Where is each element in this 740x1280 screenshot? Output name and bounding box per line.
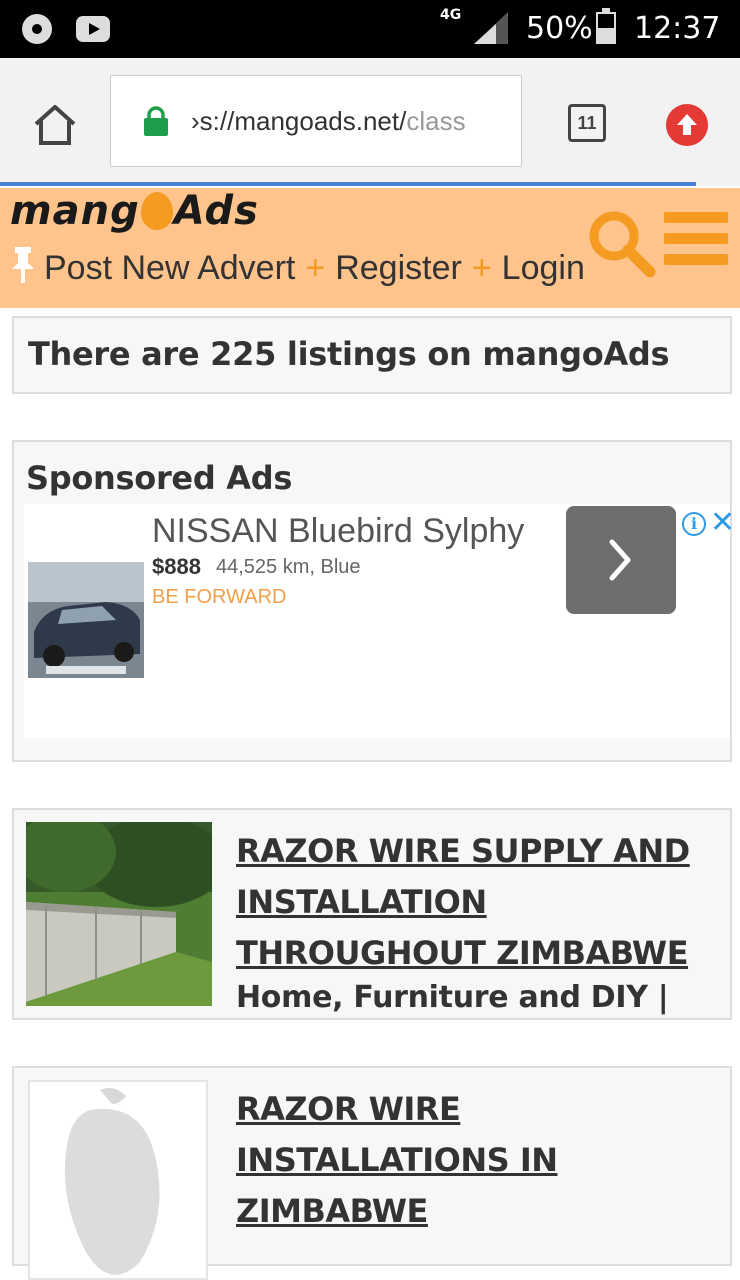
logo-text-right: Ads [173, 188, 259, 234]
header-nav: Post New Advert + Register + Login [10, 244, 585, 292]
sponsored-ads-box: Sponsored Ads NISSAN Bluebird Sylphy $88… [12, 440, 735, 762]
mango-logo-icon [140, 192, 173, 230]
page-load-progress [0, 182, 696, 186]
pin-icon [12, 247, 34, 283]
home-icon[interactable] [30, 102, 80, 148]
update-icon[interactable] [666, 104, 708, 146]
ad-open-button[interactable] [566, 506, 676, 614]
lock-icon [144, 106, 168, 136]
listing-card[interactable]: RAZOR WIRE INSTALLATIONS IN ZIMBABWE [12, 1066, 732, 1280]
listing-title[interactable]: RAZOR WIRE INSTALLATIONS IN ZIMBABWE [236, 1084, 726, 1237]
listing-count-text: There are 225 listings on mangoAds [28, 335, 670, 373]
listing-card[interactable]: RAZOR WIRE SUPPLY AND INSTALLATION THROU… [12, 808, 732, 1020]
tabs-icon[interactable]: 11 [568, 104, 606, 142]
listing-count-box: There are 225 listings on mangoAds [12, 316, 732, 394]
chevron-right-icon [609, 539, 631, 581]
close-icon[interactable]: ✕ [710, 508, 735, 538]
login-link[interactable]: Login [502, 249, 585, 287]
listing-thumbnail[interactable] [28, 1080, 208, 1280]
url-bar[interactable]: ›s://mangoads.net/class [110, 75, 522, 167]
mango-placeholder-icon [64, 1088, 160, 1275]
browser-toolbar: ›s://mangoads.net/class 11 [0, 58, 740, 186]
ad-price: $888 [152, 554, 201, 579]
search-icon[interactable] [586, 208, 656, 278]
clock: 12:37 [634, 11, 721, 46]
network-type: 4G [440, 7, 462, 23]
battery-percent: 50% [526, 11, 593, 46]
battery-icon [596, 8, 616, 44]
wall-photo [26, 822, 212, 1006]
arrow-up-icon [677, 114, 697, 135]
post-advert-link[interactable]: Post New Advert [44, 249, 295, 287]
site-header: mang Ads Post New Advert + Register + Login [0, 188, 740, 308]
ad-title[interactable]: NISSAN Bluebird Sylphy [152, 510, 524, 552]
url-text: ›s://mangoads.net/class [191, 104, 511, 138]
url-visible: ›s://mangoads.net/ [191, 106, 407, 136]
url-faded: class [406, 106, 466, 136]
ad-image[interactable] [28, 562, 144, 678]
ad-meta: 44,525 km, Blue [216, 556, 361, 578]
menu-icon[interactable] [664, 212, 728, 266]
logo-text-left: mang [10, 188, 140, 234]
signal-icon [474, 12, 508, 44]
status-bar: 4G 50% 12:37 [0, 0, 740, 58]
site-logo[interactable]: mang Ads [10, 188, 259, 234]
sponsored-heading: Sponsored Ads [26, 459, 293, 497]
listing-title[interactable]: RAZOR WIRE SUPPLY AND INSTALLATION THROU… [236, 826, 726, 979]
listing-thumbnail[interactable] [26, 822, 212, 1006]
nav-separator: + [471, 249, 492, 287]
ad-advertiser: BE FORWARD [152, 586, 287, 608]
battery-level [598, 28, 614, 42]
nav-separator: + [305, 249, 326, 287]
chrome-icon [22, 14, 52, 44]
youtube-icon [76, 16, 110, 42]
info-icon[interactable]: i [682, 512, 706, 536]
listing-category: Home, Furniture and DIY | [236, 980, 669, 1015]
register-link[interactable]: Register [335, 249, 462, 287]
car-image [28, 562, 144, 678]
sponsored-ad[interactable]: NISSAN Bluebird Sylphy $888 44,525 km, B… [24, 504, 735, 738]
